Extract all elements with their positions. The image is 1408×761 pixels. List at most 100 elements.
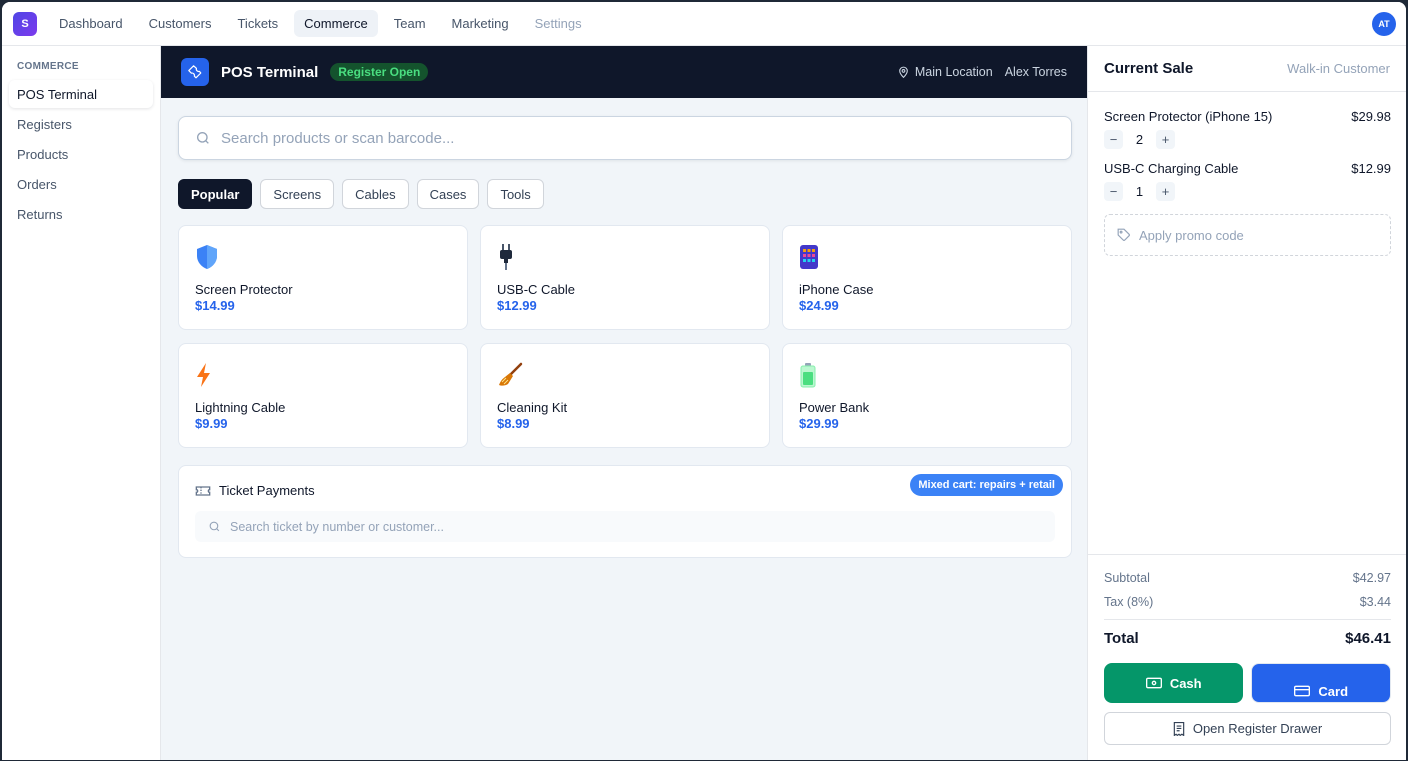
- sale-title: Current Sale: [1104, 60, 1194, 77]
- quantity-stepper: − 1 +: [1104, 182, 1391, 201]
- plug-icon: [497, 242, 527, 272]
- total-value: $46.41: [1345, 630, 1391, 647]
- card-label: Card: [1318, 683, 1349, 699]
- nav-tab-team[interactable]: Team: [384, 10, 436, 37]
- quantity-value: 2: [1135, 132, 1144, 147]
- product-price: $9.99: [195, 416, 228, 431]
- sidebar-item-returns[interactable]: Returns: [9, 200, 153, 228]
- open-drawer-button[interactable]: Open Register Drawer: [1104, 712, 1391, 745]
- top-nav: S Dashboard Customers Tickets Commerce T…: [2, 2, 1406, 46]
- product-card[interactable]: Cleaning Kit $8.99: [480, 343, 770, 448]
- subtotal-value: $42.97: [1352, 571, 1391, 585]
- category-filters: Popular Screens Cables Cases Tools: [178, 179, 544, 209]
- product-price: $24.99: [799, 298, 839, 313]
- promo-code-field[interactable]: Apply promo code: [1104, 214, 1391, 256]
- lightning-icon: [195, 360, 225, 390]
- nav-tab-customers[interactable]: Customers: [139, 10, 222, 37]
- sidebar-item-products[interactable]: Products: [9, 140, 153, 168]
- wrench-icon: [181, 58, 209, 86]
- pos-header-meta: Main Location Alex Torres: [897, 46, 1067, 98]
- product-price: $14.99: [195, 298, 235, 313]
- product-card[interactable]: Lightning Cable $9.99: [178, 343, 468, 448]
- decrease-qty-button[interactable]: −: [1104, 130, 1123, 149]
- product-price: $29.99: [799, 416, 839, 431]
- product-card[interactable]: iPhone Case $24.99: [782, 225, 1072, 330]
- ticket-search: [195, 511, 1055, 542]
- product-search: [178, 116, 1072, 160]
- cashier-name: Alex Torres: [1004, 65, 1067, 79]
- nav-tab-marketing[interactable]: Marketing: [442, 10, 519, 37]
- location-label: Main Location: [914, 65, 993, 79]
- product-name: Lightning Cable: [195, 400, 286, 415]
- user-avatar[interactable]: AT: [1372, 12, 1396, 36]
- location-selector[interactable]: Main Location: [897, 65, 993, 79]
- ticket-payments-title: Ticket Payments: [195, 483, 315, 498]
- product-card[interactable]: USB-C Cable $12.99: [480, 225, 770, 330]
- product-name: Cleaning Kit: [497, 400, 568, 415]
- product-card[interactable]: Screen Protector $14.99: [178, 225, 468, 330]
- subtotal-label: Subtotal: [1104, 571, 1150, 585]
- quantity-value: 1: [1135, 184, 1144, 199]
- receipt-icon: [1173, 721, 1185, 736]
- tag-icon: [1117, 228, 1130, 241]
- nav-tab-settings[interactable]: Settings: [525, 10, 592, 37]
- category-cables[interactable]: Cables: [342, 179, 409, 209]
- product-price: $8.99: [497, 416, 530, 431]
- nav-tab-dashboard[interactable]: Dashboard: [49, 10, 133, 37]
- search-icon: [197, 132, 209, 144]
- nav-tab-tickets[interactable]: Tickets: [227, 10, 288, 37]
- payment-buttons: Cash Card: [1104, 663, 1391, 703]
- category-tools[interactable]: Tools: [487, 179, 544, 209]
- battery-icon: [799, 360, 829, 390]
- credit-card-icon: [1294, 685, 1311, 697]
- total-row: Total $46.41: [1104, 630, 1391, 647]
- sale-header: Current Sale Walk-in Customer: [1088, 46, 1406, 92]
- nav-tab-commerce[interactable]: Commerce: [294, 10, 378, 37]
- pos-main: POS Terminal Register Open Main Location…: [161, 46, 1087, 760]
- customer-selector[interactable]: Walk-in Customer: [1287, 61, 1390, 76]
- category-cases[interactable]: Cases: [416, 179, 480, 209]
- quantity-stepper: − 2 +: [1104, 130, 1391, 149]
- sidebar-heading: COMMERCE: [17, 61, 79, 72]
- total-label: Total: [1104, 630, 1139, 647]
- increase-qty-button[interactable]: +: [1156, 130, 1175, 149]
- cash-button[interactable]: Cash: [1104, 663, 1244, 703]
- product-search-input[interactable]: [221, 129, 1041, 147]
- increase-qty-button[interactable]: +: [1156, 182, 1175, 201]
- product-name: USB-C Cable: [497, 282, 576, 297]
- mixed-cart-badge: Mixed cart: repairs + retail: [910, 474, 1063, 496]
- shield-icon: [195, 242, 225, 272]
- map-pin-icon: [899, 66, 908, 79]
- cash-label: Cash: [1169, 675, 1202, 691]
- category-screens[interactable]: Screens: [260, 179, 335, 209]
- broom-icon: [497, 360, 527, 390]
- open-drawer-label: Open Register Drawer: [1192, 721, 1323, 736]
- category-popular[interactable]: Popular: [178, 179, 253, 209]
- cart-line-item: Screen Protector (iPhone 15) $29.98 − 2 …: [1104, 109, 1391, 149]
- current-sale-panel: Current Sale Walk-in Customer Screen Pro…: [1087, 46, 1406, 760]
- product-grid: Screen Protector $14.99 USB-C Cable $12.…: [178, 225, 1072, 448]
- ticket-search-input[interactable]: [230, 519, 1030, 534]
- ticket-payments-panel: Ticket Payments Mixed cart: repairs + re…: [178, 465, 1072, 558]
- sidebar: COMMERCE POS Terminal Registers Products…: [2, 46, 161, 760]
- register-status-badge: Register Open: [330, 63, 429, 81]
- sidebar-item-orders[interactable]: Orders: [9, 170, 153, 198]
- sale-totals: Subtotal $42.97 Tax (8%) $3.44 Total $46…: [1088, 554, 1406, 745]
- line-item-name: USB-C Charging Cable: [1104, 161, 1239, 176]
- product-card[interactable]: Power Bank $29.99: [782, 343, 1072, 448]
- product-name: iPhone Case: [799, 282, 874, 297]
- ticket-payments-label: Ticket Payments: [219, 483, 315, 498]
- decrease-qty-button[interactable]: −: [1104, 182, 1123, 201]
- product-name: Screen Protector: [195, 282, 293, 297]
- product-price: $12.99: [497, 298, 537, 313]
- ticket-icon: [195, 485, 211, 496]
- app-logo[interactable]: S: [13, 12, 37, 36]
- totals-divider: [1104, 619, 1391, 620]
- sidebar-item-registers[interactable]: Registers: [9, 110, 153, 138]
- tax-label: Tax (8%): [1104, 595, 1154, 609]
- cash-icon: [1145, 677, 1162, 689]
- tax-value: $3.44: [1359, 595, 1391, 609]
- product-name: Power Bank: [799, 400, 870, 415]
- card-button[interactable]: Card: [1251, 663, 1391, 703]
- sidebar-item-pos-terminal[interactable]: POS Terminal: [9, 80, 153, 108]
